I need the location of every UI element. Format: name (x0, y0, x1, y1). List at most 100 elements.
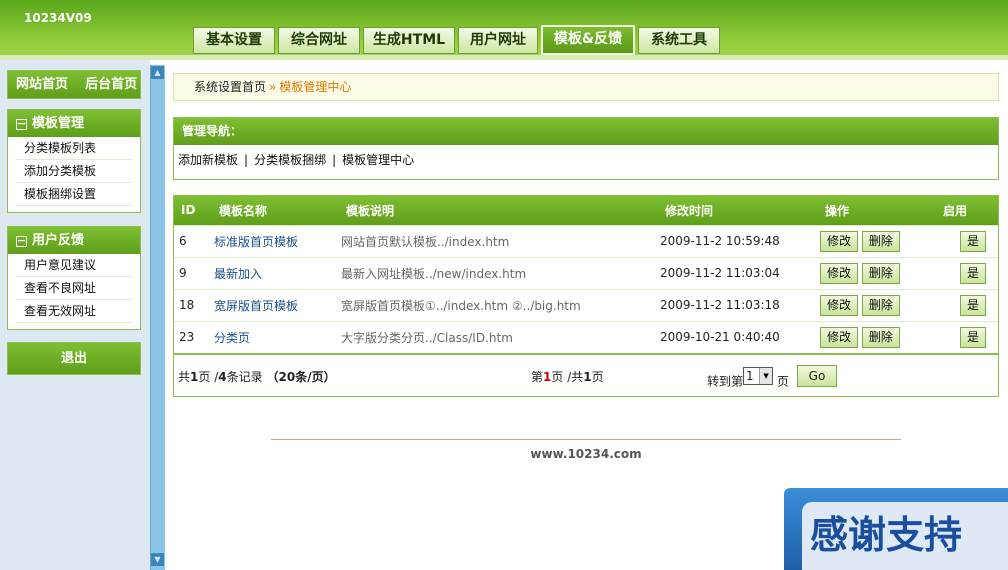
sidebar-section-feedback: − 用户反馈 用户意见建议 查看不良网址 查看无效网址 (7, 226, 141, 330)
sidebar-section-title[interactable]: − 模板管理 (8, 110, 140, 137)
delete-button[interactable]: 删除 (861, 294, 900, 316)
breadcrumb-current[interactable]: 模板管理中心 (279, 80, 351, 94)
delete-button[interactable]: 删除 (861, 262, 900, 284)
breadcrumb-separator: » (269, 80, 277, 94)
scroll-up-icon[interactable]: ▲ (151, 66, 164, 79)
sidebar-item-invalid-urls[interactable]: 查看无效网址 (16, 300, 132, 323)
edit-button[interactable]: 修改 (820, 230, 859, 252)
thanks-banner: 感谢支持 (784, 488, 1008, 570)
row-enabled: 是 (938, 224, 998, 257)
row-id: 6 (174, 224, 214, 257)
row-modified-time: 2009-11-2 10:59:48 (660, 224, 820, 257)
col-id: ID (174, 196, 214, 225)
logout-box: 退出 (7, 342, 141, 375)
pager-current: 第1页 /共1页 (531, 370, 604, 384)
sidebar-item-template-binding[interactable]: 模板捆绑设置 (16, 183, 132, 206)
sidebar-section-title[interactable]: − 用户反馈 (8, 227, 140, 254)
edit-button[interactable]: 修改 (820, 326, 859, 348)
row-id: 9 (174, 256, 214, 289)
row-actions: 修改 删除 (820, 288, 938, 321)
row-template-desc: 宽屏版首页模板①../index.htm ②../big.htm (341, 288, 660, 321)
row-modified-time: 2009-11-2 11:03:18 (660, 288, 820, 321)
table-row: 6 标准版首页模板 网站首页默认模板../index.htm 2009-11-2… (174, 224, 998, 257)
enabled-button[interactable]: 是 (960, 262, 987, 284)
sidebar-item-bad-urls[interactable]: 查看不良网址 (16, 277, 132, 300)
tab-system-tools[interactable]: 系统工具 (638, 27, 720, 54)
template-table-panel: ID 模板名称 模板说明 修改时间 操作 启用 6 标准版首页模板 网站首页默认… (173, 195, 999, 397)
sidebar-top-links: 网站首页 后台首页 (7, 70, 141, 99)
edit-button[interactable]: 修改 (820, 294, 859, 316)
footer-divider (271, 439, 901, 440)
template-table: ID 模板名称 模板说明 修改时间 操作 启用 6 标准版首页模板 网站首页默认… (174, 196, 998, 353)
collapse-icon[interactable]: − (16, 235, 27, 247)
delete-button[interactable]: 删除 (861, 230, 900, 252)
row-modified-time: 2009-10-21 0:40:40 (660, 320, 820, 353)
delete-button[interactable]: 删除 (861, 326, 900, 348)
row-enabled: 是 (938, 320, 998, 353)
category-binding-link[interactable]: 分类模板捆绑 (254, 153, 326, 167)
row-id: 23 (174, 320, 214, 353)
logout-button[interactable]: 退出 (8, 343, 140, 374)
tab-general-urls[interactable]: 综合网址 (278, 27, 360, 54)
template-center-link[interactable]: 模板管理中心 (342, 153, 414, 167)
pager-summary: 共1页 /4条记录 （20条/页） (178, 370, 336, 384)
row-template-name[interactable]: 宽屏版首页模板 (214, 288, 341, 321)
thanks-text: 感谢支持 (802, 502, 1008, 570)
row-enabled: 是 (938, 256, 998, 289)
row-actions: 修改 删除 (820, 224, 938, 257)
management-nav-panel: 管理导航： 添加新模板 | 分类模板捆绑 | 模板管理中心 (173, 117, 999, 180)
chevron-down-icon[interactable]: ▼ (759, 368, 773, 384)
pager: 共1页 /4条记录 （20条/页） 第1页 /共1页 转到第 1 ▼ 页 Go (174, 353, 998, 395)
collapse-icon[interactable]: − (16, 118, 27, 130)
col-actions: 操作 (820, 196, 938, 225)
row-modified-time: 2009-11-2 11:03:04 (660, 256, 820, 289)
sidebar-section-templates: − 模板管理 分类模板列表 添加分类模板 模板捆绑设置 (7, 109, 141, 213)
management-nav-title: 管理导航： (174, 118, 998, 145)
site-home-link[interactable]: 网站首页 (16, 77, 68, 92)
tab-user-urls[interactable]: 用户网址 (458, 27, 538, 54)
brand-logo-text: 10234V09 (24, 11, 92, 25)
scrollbar[interactable] (150, 65, 165, 570)
enabled-button[interactable]: 是 (960, 294, 987, 316)
pager-goto: 转到第 1 ▼ 页 (707, 367, 789, 389)
row-actions: 修改 删除 (820, 320, 938, 353)
table-row: 9 最新加入 最新入网址模板../new/index.htm 2009-11-2… (174, 256, 998, 289)
col-enabled: 启用 (938, 196, 998, 225)
enabled-button[interactable]: 是 (960, 326, 987, 348)
row-template-name[interactable]: 标准版首页模板 (214, 224, 341, 257)
add-template-link[interactable]: 添加新模板 (178, 153, 238, 167)
breadcrumb: 系统设置首页» 模板管理中心 (173, 73, 999, 101)
page-select[interactable]: 1 ▼ (743, 367, 774, 385)
sidebar-item-user-suggestions[interactable]: 用户意见建议 (16, 254, 132, 277)
row-template-desc: 网站首页默认模板../index.htm (341, 224, 660, 257)
row-template-desc: 大字版分类分页../Class/ID.htm (341, 320, 660, 353)
enabled-button[interactable]: 是 (960, 230, 987, 252)
tab-basic-settings[interactable]: 基本设置 (193, 27, 275, 54)
table-header-row: ID 模板名称 模板说明 修改时间 操作 启用 (174, 196, 998, 225)
footer-text: www.10234.com (530, 447, 642, 461)
row-template-name[interactable]: 最新加入 (214, 256, 341, 289)
row-actions: 修改 删除 (820, 256, 938, 289)
table-row: 18 宽屏版首页模板 宽屏版首页模板①../index.htm ②../big.… (174, 288, 998, 321)
tab-template-feedback[interactable]: 模板&反馈 (541, 25, 635, 55)
col-time: 修改时间 (660, 196, 820, 225)
management-nav-links: 添加新模板 | 分类模板捆绑 | 模板管理中心 (178, 153, 415, 167)
page: { "header": { "brand": "10234V09", "tabs… (0, 0, 1008, 570)
sidebar-item-add-category-template[interactable]: 添加分类模板 (16, 160, 132, 183)
pager-per-page: 20 (278, 370, 296, 384)
row-id: 18 (174, 288, 214, 321)
row-enabled: 是 (938, 288, 998, 321)
breadcrumb-home[interactable]: 系统设置首页 (194, 80, 266, 94)
sidebar-item-category-template-list[interactable]: 分类模板列表 (16, 137, 132, 160)
col-name: 模板名称 (214, 196, 341, 225)
admin-home-link[interactable]: 后台首页 (85, 77, 137, 92)
row-template-name[interactable]: 分类页 (214, 320, 341, 353)
scroll-down-icon[interactable]: ▼ (151, 553, 164, 566)
go-button[interactable]: Go (797, 365, 837, 387)
tab-generate-html[interactable]: 生成HTML (363, 27, 455, 54)
table-row: 23 分类页 大字版分类分页../Class/ID.htm 2009-10-21… (174, 320, 998, 353)
col-desc: 模板说明 (341, 196, 660, 225)
row-template-desc: 最新入网址模板../new/index.htm (341, 256, 660, 289)
pager-record-count: 4 (218, 370, 227, 384)
edit-button[interactable]: 修改 (820, 262, 859, 284)
